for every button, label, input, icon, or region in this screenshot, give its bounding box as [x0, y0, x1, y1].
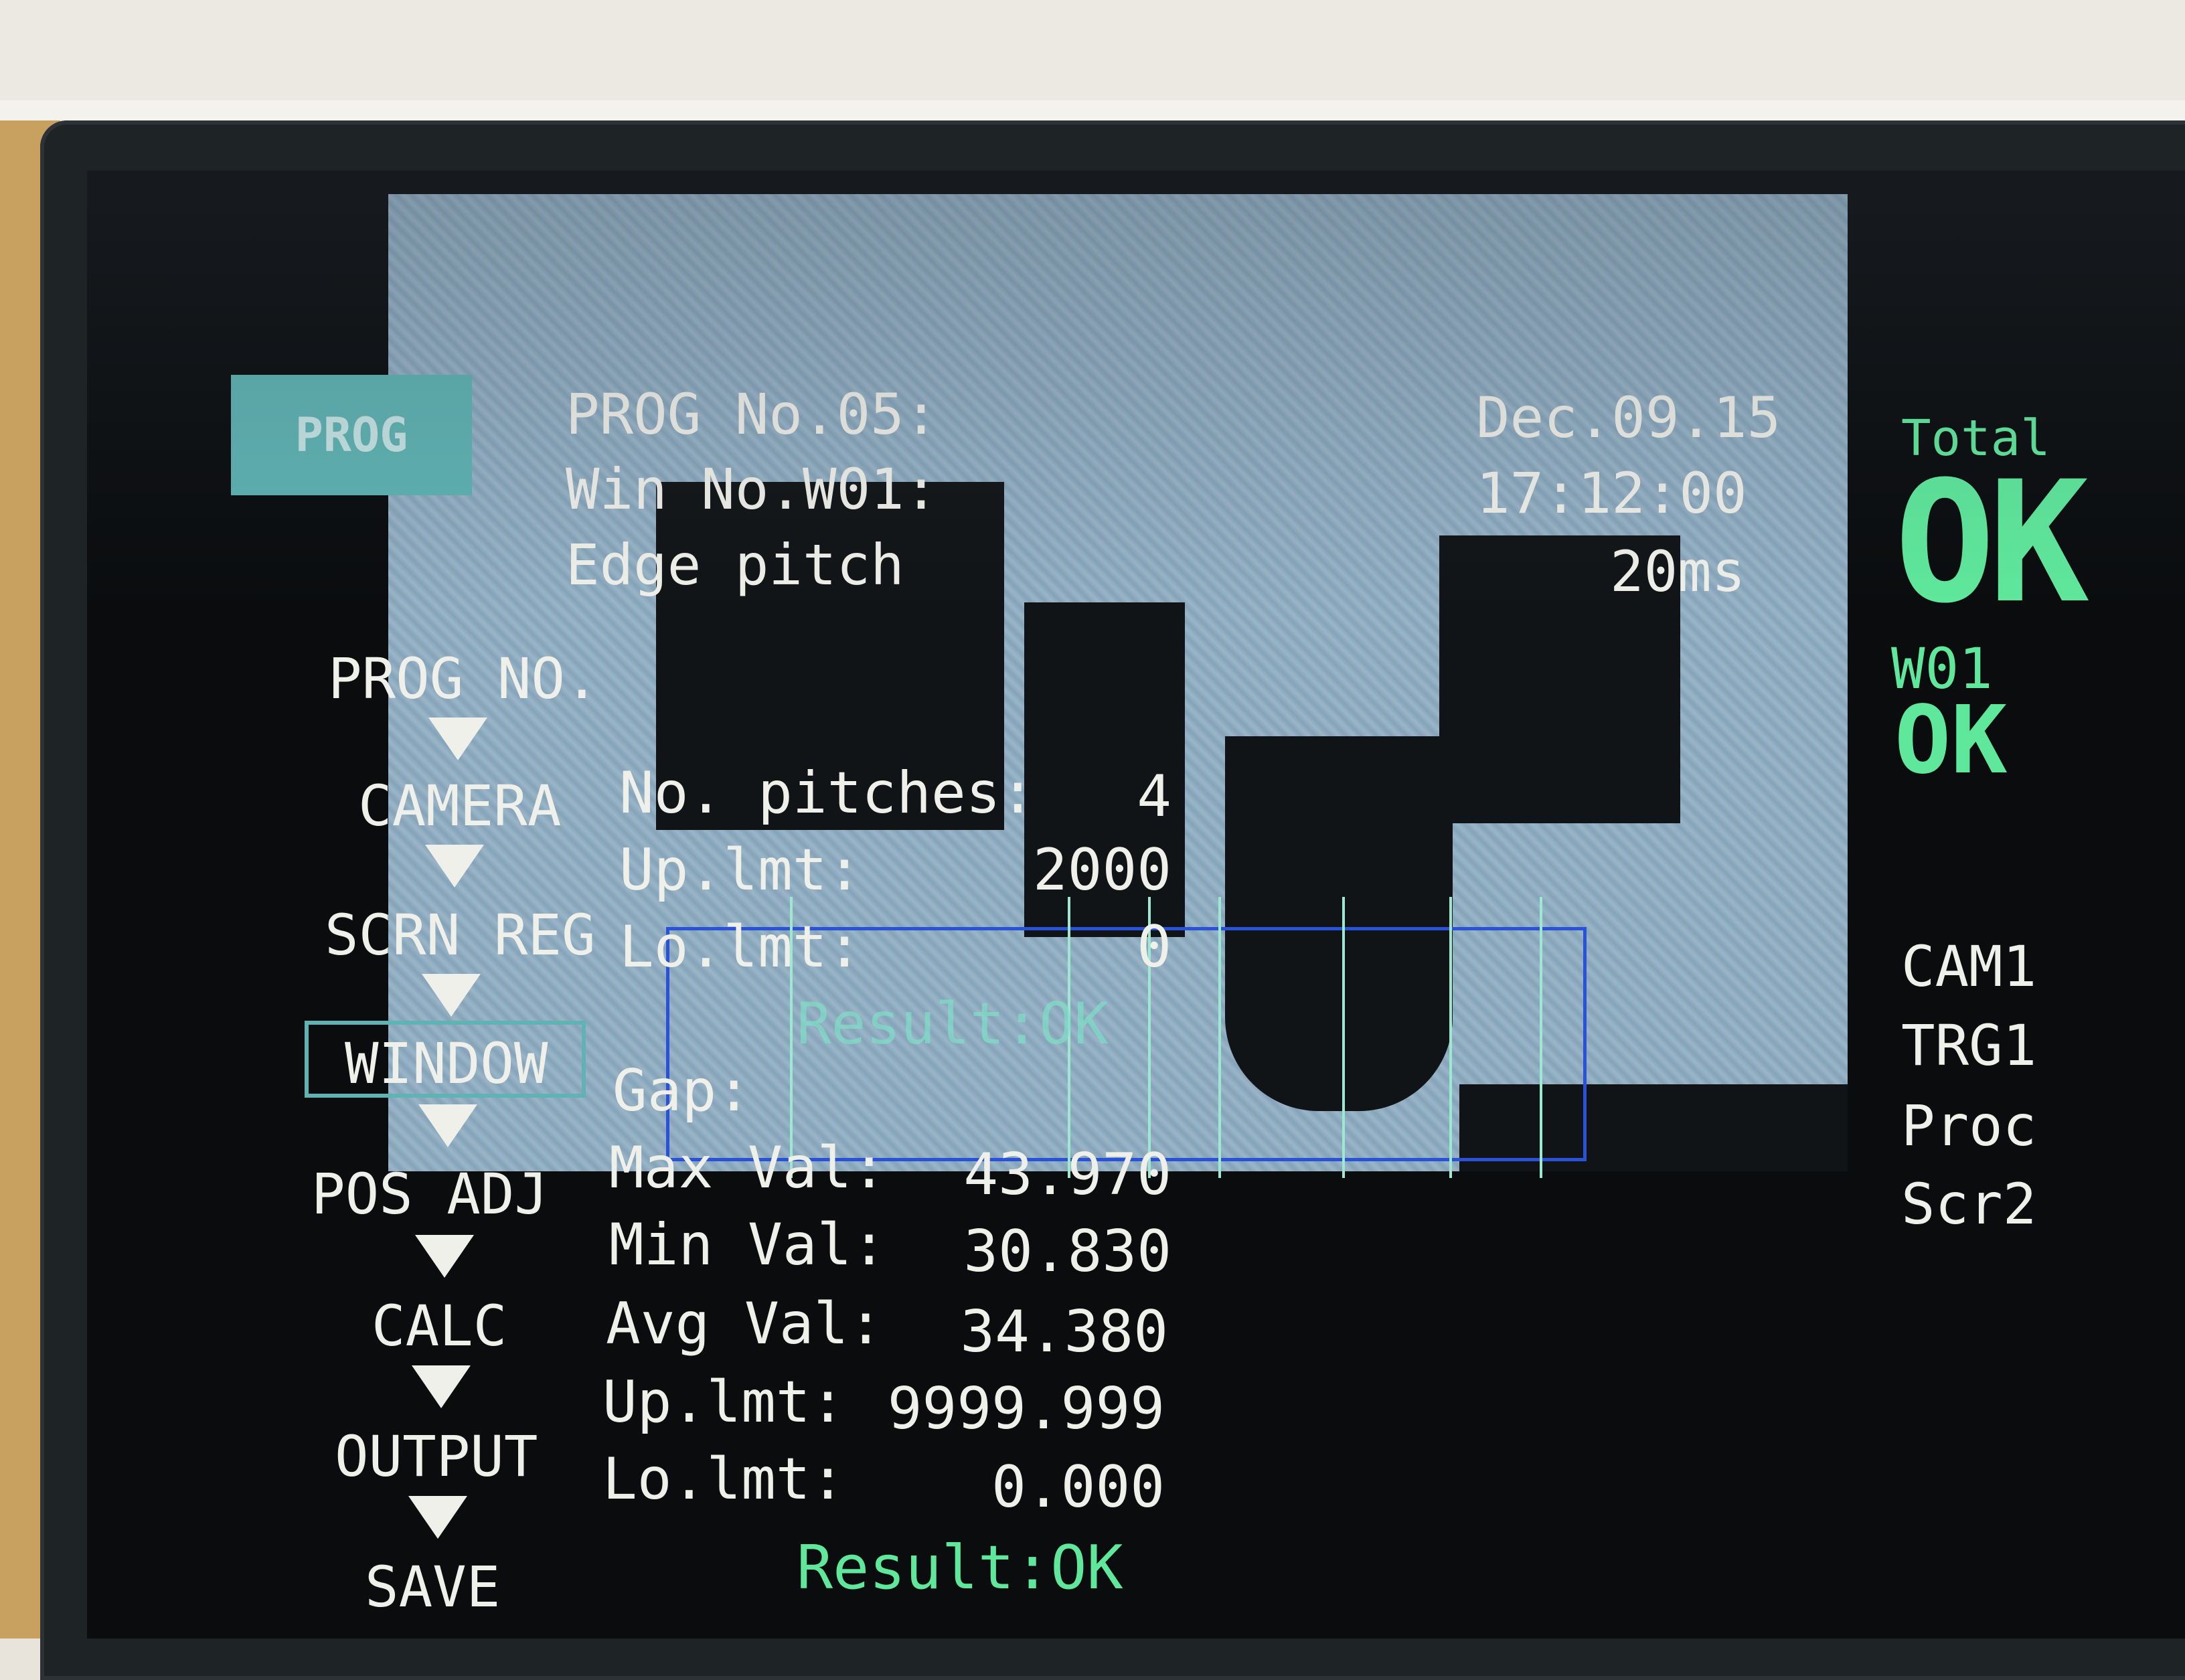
menu-item-window[interactable]: WINDOW [345, 1031, 548, 1096]
gap-min-value: 30.830 [963, 1218, 1171, 1285]
menu-item-scrn-reg[interactable]: SCRN REG [325, 902, 596, 968]
flow-arrow-icon [412, 1365, 471, 1408]
prog-tag: PROG [231, 375, 472, 495]
pitch-lo-limit-label: Lo.lmt: [619, 914, 862, 981]
gap-up-limit-value: 9999.999 [887, 1375, 1165, 1442]
gap-max-label: Max Val: [609, 1135, 887, 1201]
measurement-mode: Edge pitch [566, 532, 904, 598]
total-result: OK [1894, 445, 2089, 640]
flow-arrow-icon [408, 1496, 467, 1539]
flow-arrow-icon [418, 1104, 477, 1147]
proc-status: Proc [1901, 1093, 2037, 1159]
gap-lo-limit-value: 0.000 [991, 1454, 1165, 1521]
window-number: Win No.W01: [566, 456, 939, 522]
flow-arrow-icon [422, 974, 481, 1017]
pitch-count-value: 4 [1137, 763, 1171, 830]
flow-arrow-icon [415, 1235, 474, 1278]
prog-tag-label: PROG [295, 408, 408, 463]
time-readout: 17:12:00 [1476, 460, 1747, 526]
trigger-status: TRG1 [1901, 1013, 2037, 1078]
gap-up-limit-label: Up.lmt: [602, 1369, 845, 1436]
menu-item-pos-adj[interactable]: POS ADJ [311, 1161, 548, 1227]
pitch-up-limit-value: 2000 [1032, 837, 1171, 904]
date-readout: Dec.09.15 [1476, 385, 1781, 450]
process-duration: 20ms [1610, 539, 1746, 604]
gap-avg-label: Avg Val: [606, 1290, 884, 1357]
pitch-result: Result:OK [797, 991, 1109, 1058]
pitch-lo-limit-value: 0 [1137, 914, 1171, 981]
menu-item-save[interactable]: SAVE [365, 1554, 500, 1620]
camera-status: CAM1 [1901, 934, 2037, 999]
menu-item-calc[interactable]: CALC [372, 1293, 507, 1359]
prog-number: PROG No.05: [566, 382, 939, 447]
gap-min-label: Min Val: [609, 1211, 887, 1278]
window-result: OK [1894, 686, 2008, 795]
flow-arrow-icon [428, 718, 487, 760]
flow-arrow-icon [425, 845, 484, 888]
edge-marker [1342, 897, 1345, 1178]
edge-marker [1218, 897, 1221, 1178]
menu-item-prog-no[interactable]: PROG NO. [328, 646, 599, 711]
gap-label: Gap: [613, 1058, 752, 1124]
menu-item-camera[interactable]: CAMERA [358, 773, 561, 839]
edge-marker [1540, 897, 1542, 1178]
pitch-up-limit-label: Up.lmt: [619, 837, 862, 904]
edge-marker [1449, 897, 1452, 1178]
screen-status: Scr2 [1901, 1171, 2037, 1237]
gap-result: Result:OK [797, 1533, 1123, 1603]
gap-max-value: 43.970 [963, 1141, 1171, 1208]
gap-lo-limit-label: Lo.lmt: [602, 1446, 845, 1513]
gap-avg-value: 34.380 [960, 1298, 1168, 1365]
menu-item-output[interactable]: OUTPUT [335, 1424, 538, 1489]
